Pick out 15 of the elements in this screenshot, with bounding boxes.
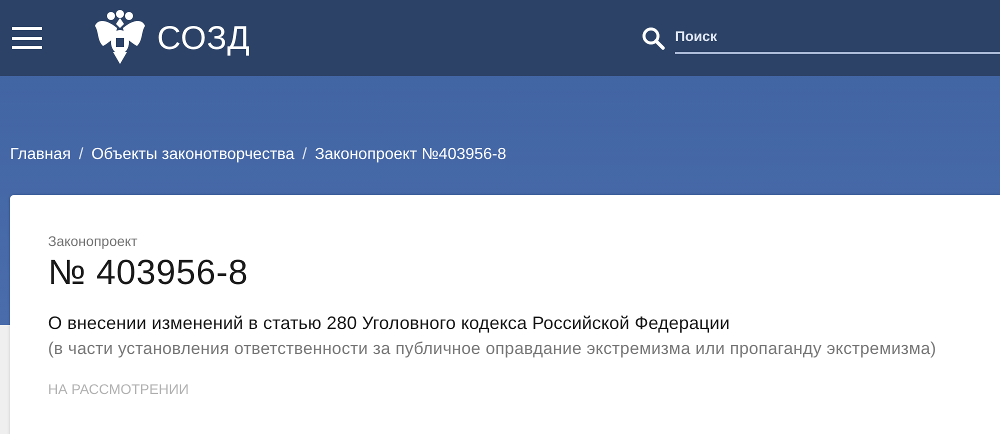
breadcrumb-link[interactable]: Объекты законотворчества [91, 146, 294, 164]
bill-number: № 403956-8 [48, 253, 250, 293]
search-icon[interactable] [641, 26, 665, 50]
bill-status: НА РАССМОТРЕНИИ [48, 381, 190, 397]
bill-subtitle: (в части установления ответственности за публичное оправдание экстремизма или пропаганду экстремизма) [48, 339, 938, 359]
bill-type-label: Законопроект [48, 233, 138, 249]
breadcrumb-link[interactable]: Главная [10, 146, 71, 164]
breadcrumb-link[interactable]: Законопроект №403956-8 [314, 146, 506, 164]
menu-icon[interactable] [12, 27, 42, 49]
search-field[interactable]: Поиск [675, 22, 1000, 54]
breadcrumb-separator: / [78, 146, 84, 164]
breadcrumb-separator: / [302, 146, 307, 164]
site-logo[interactable]: СОЗД [157, 19, 250, 57]
emblem-icon [93, 10, 147, 66]
bill-title: О внесении изменений в статью 280 Уголовного кодекса Российской Федерации [48, 313, 731, 334]
